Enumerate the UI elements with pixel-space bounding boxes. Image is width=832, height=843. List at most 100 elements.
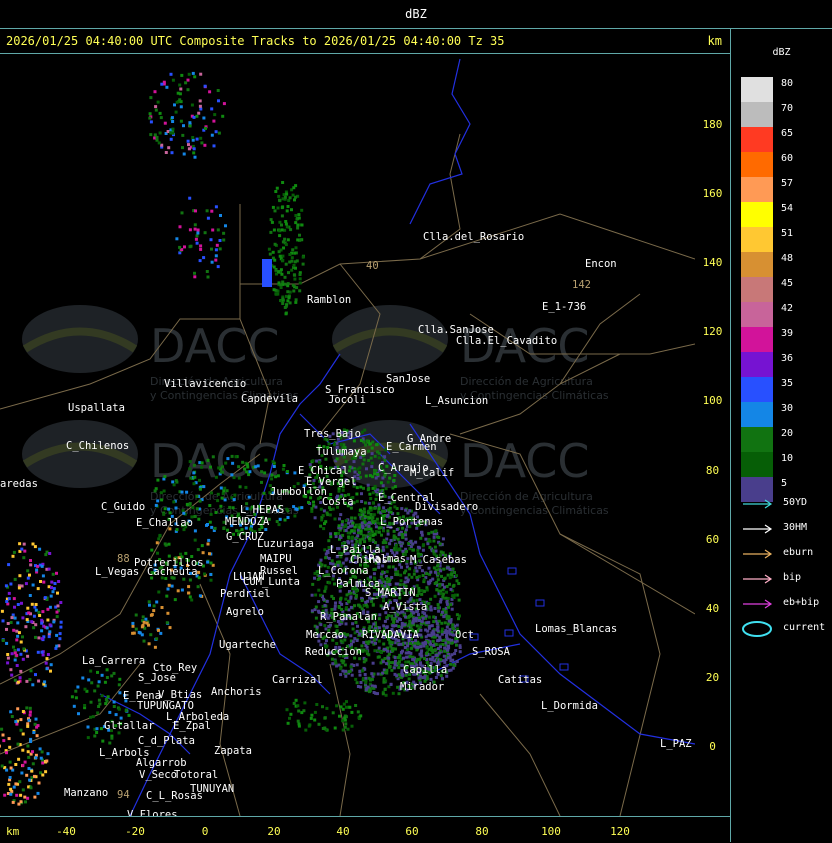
track-legend-item: 30HM (741, 522, 832, 536)
legend-level-label: 70 (781, 103, 793, 114)
place-label: Encon (585, 258, 617, 270)
x-tick-label: 60 (392, 825, 432, 838)
place-label: Cacheuta (147, 566, 198, 578)
place-label: E_1-736 (542, 301, 586, 313)
y-tick-label: 20 (695, 671, 730, 684)
place-label: MENDOZA (225, 516, 270, 528)
place-label: aredas (0, 478, 38, 490)
radar-map[interactable]: DACCDirección de Agriculturay Contingenc… (0, 54, 695, 816)
legend-level-label: 20 (781, 428, 793, 439)
legend-swatch (741, 227, 773, 252)
legend-level-label: 57 (781, 178, 793, 189)
legend-swatch (741, 202, 773, 227)
place-label: Luzuriaga (257, 538, 314, 550)
place-label: Oct (455, 629, 474, 641)
place-label: L_HEPAS (240, 504, 284, 516)
track-legend-label: eb+bip (783, 597, 819, 608)
watermark-line1: Dirección de Agricultura (460, 490, 593, 503)
legend-swatch (741, 402, 773, 427)
place-label: Jumbollon (270, 486, 327, 498)
track-arrow-icon (741, 597, 775, 611)
y-axis-unit: km (708, 34, 722, 48)
place-label: Reduccion (305, 646, 362, 658)
title-bar: 2026/01/25 04:40:00 UTC Composite Tracks… (0, 29, 730, 54)
legend-level-label: 54 (781, 203, 793, 214)
y-tick-label: 180 (695, 118, 730, 131)
place-label: Zapata (214, 745, 252, 757)
track-legend-current: current (741, 619, 832, 633)
place-label: L_Portenas (380, 516, 443, 528)
legend-title: dBZ (731, 47, 832, 58)
place-label: MAIPU (260, 553, 292, 565)
place-label: S_ROSA (472, 646, 511, 658)
place-label: Uspallata (68, 402, 125, 414)
place-label: Carrizal (272, 674, 323, 686)
y-tick-label: 80 (695, 464, 730, 477)
place-label: V_Seco (139, 769, 177, 781)
current-ellipse-icon (741, 619, 775, 641)
legend-level-label: 42 (781, 303, 793, 314)
place-label: Lomas_Blancas (535, 623, 617, 635)
track-legend-label: 50YD (783, 497, 807, 508)
place-label: E_Challao (136, 517, 193, 529)
legend-swatch (741, 427, 773, 452)
place-label: Ramblon (307, 294, 351, 306)
place-label: Perdriel (220, 588, 271, 600)
place-label: CUM_Lunta (243, 576, 300, 588)
legend-swatch (741, 152, 773, 177)
place-label: Catitas (498, 674, 542, 686)
legend-level-label: 80 (781, 78, 793, 89)
legend-level-label: 60 (781, 153, 793, 164)
legend-swatch (741, 177, 773, 202)
radar-map-canvas: DACCDirección de Agriculturay Contingenc… (0, 54, 695, 816)
watermark-line2: y Contingencias Climáticas (460, 504, 609, 517)
place-label: Capilla (403, 664, 447, 676)
place-label: M_Casebas (410, 554, 467, 566)
track-legend-label: 30HM (783, 522, 807, 533)
place-label: Tres_Bajo (304, 428, 361, 440)
legend-swatch (741, 127, 773, 152)
place-label: Divisadero (415, 501, 478, 513)
place-label: La_Carrera (82, 655, 145, 667)
place-label: L_Asuncion (425, 395, 488, 407)
track-legend-label: bip (783, 572, 801, 583)
legend-level-label: 39 (781, 328, 793, 339)
legend-level-label: 30 (781, 403, 793, 414)
x-tick-label: 100 (531, 825, 571, 838)
legend-swatch (741, 377, 773, 402)
watermark-brand: DACC (150, 319, 280, 373)
place-label: R_Panalan (320, 611, 377, 623)
legend-swatch (741, 452, 773, 477)
place-label: Tulumaya (316, 446, 367, 458)
top-bar: dBZ (0, 0, 832, 29)
place-label: M_Calif (410, 467, 454, 479)
place-label: C_Guido (101, 501, 145, 513)
place-label: A_Vista (383, 601, 427, 613)
legend-swatch (741, 302, 773, 327)
track-legend-label: current (783, 622, 825, 633)
x-axis-bar: km -40 -20 0 20 40 60 80 100 120 (0, 816, 730, 843)
place-label: S_MARTIN (365, 587, 416, 599)
place-label: Gltallar (104, 720, 155, 732)
place-label: SanJose (386, 373, 430, 385)
track-legend-item: eburn (741, 547, 832, 561)
dbz-legend: dBZ 807065605754514845423936353020105 50… (731, 29, 832, 842)
legend-swatch (741, 352, 773, 377)
track-arrow-icon (741, 522, 775, 536)
place-label: C_Chilenos (66, 440, 129, 452)
track-arrow-icon (741, 497, 775, 511)
place-label: G_Andre (407, 433, 451, 445)
y-tick-label: 40 (695, 602, 730, 615)
place-label: Villavicencio (164, 378, 246, 390)
place-label: V_Flores (127, 809, 178, 816)
legend-swatch (741, 252, 773, 277)
legend-level-label: 36 (781, 353, 793, 364)
legend-swatch (741, 327, 773, 352)
track-arrow-icon (741, 572, 775, 586)
x-tick-label: 80 (462, 825, 502, 838)
track-legend-item: eb+bip (741, 597, 832, 611)
watermark-line1: Dirección de Agricultura (460, 375, 593, 388)
x-tick-label: -40 (46, 825, 86, 838)
legend-swatch (741, 277, 773, 302)
track-legend-item: 50YD (741, 497, 832, 511)
